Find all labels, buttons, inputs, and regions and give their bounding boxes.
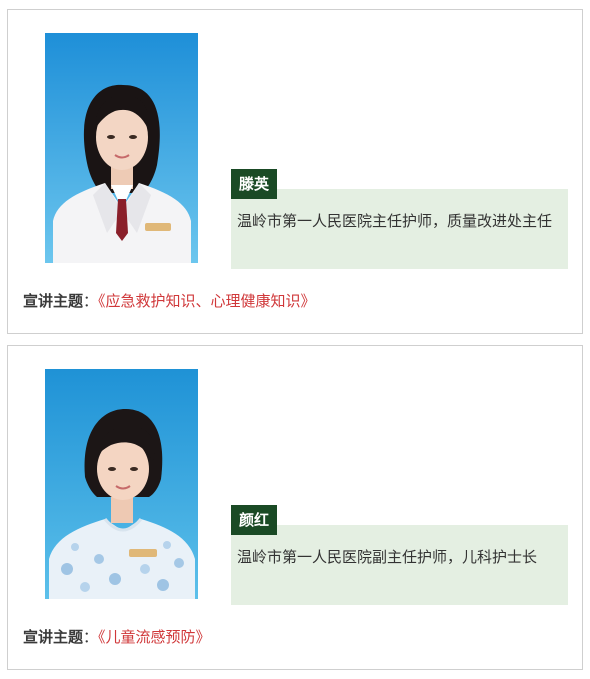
speaker-title: 温岭市第一人民医院副主任护师，儿科护士长: [231, 525, 568, 605]
speaker-card: 滕英 温岭市第一人民医院主任护师，质量改进处主任 宣讲主题：《应急救护知识、心理…: [7, 9, 583, 334]
speaker-photo: [45, 33, 198, 263]
topic-colon: ：: [83, 292, 99, 310]
topic-label: 宣讲主题: [23, 628, 84, 646]
speaker-card: 颜红 温岭市第一人民医院副主任护师，儿科护士长 宣讲主题：《儿童流感预防》: [7, 345, 583, 670]
topic-colon: ：: [83, 628, 99, 646]
speaker-name: 滕英: [231, 169, 278, 199]
topic-line: 宣讲主题：《应急救护知识、心理健康知识》: [23, 290, 316, 312]
portrait-nurse-icon: [45, 369, 198, 599]
speaker-info: 滕英 温岭市第一人民医院主任护师，质量改进处主任: [231, 169, 568, 269]
topic-label: 宣讲主题: [23, 292, 84, 310]
speaker-photo: [45, 369, 198, 599]
topic-text: 《应急救护知识、心理健康知识》: [98, 292, 316, 310]
topic-text: 《儿童流感预防》: [98, 628, 211, 646]
topic-line: 宣讲主题：《儿童流感预防》: [23, 626, 211, 648]
portrait-nurse-icon: [45, 33, 198, 263]
speaker-info: 颜红 温岭市第一人民医院副主任护师，儿科护士长: [231, 505, 568, 605]
speaker-title: 温岭市第一人民医院主任护师，质量改进处主任: [231, 189, 568, 269]
speaker-name: 颜红: [231, 505, 278, 535]
